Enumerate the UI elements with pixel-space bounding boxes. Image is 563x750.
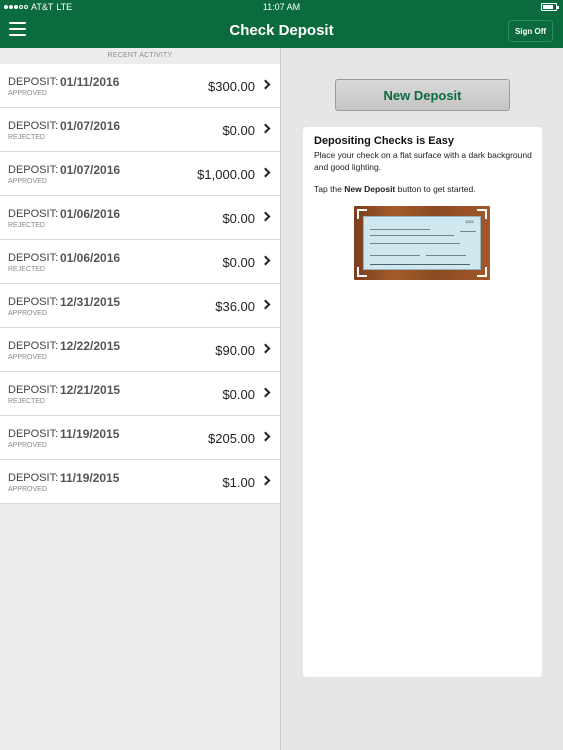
deposit-date: 12/31/2015 [60,295,121,309]
chevron-right-icon [260,255,271,266]
sample-check-image: 1001 [354,206,490,280]
chevron-right-icon [260,343,271,354]
deposit-type: DEPOSIT: [8,164,59,176]
deposit-date: 12/22/2015 [60,339,121,353]
deposit-amount: $0.00 [222,387,255,402]
chevron-right-icon [260,211,271,222]
deposit-status: REJECTED [8,398,45,405]
deposit-row[interactable]: DEPOSIT: 12/31/2015 APPROVED $36.00 [0,284,280,328]
sample-check: 1001 [363,216,481,270]
deposit-status: APPROVED [8,178,47,185]
info-tap-suffix: button to get started. [395,184,476,194]
deposit-row[interactable]: DEPOSIT: 01/11/2016 APPROVED $300.00 [0,64,280,108]
deposit-amount: $205.00 [208,431,255,446]
deposit-amount: $0.00 [222,211,255,226]
deposit-type: DEPOSIT: [8,384,59,396]
deposit-status: REJECTED [8,134,45,141]
deposit-row[interactable]: DEPOSIT: 01/06/2016 REJECTED $0.00 [0,240,280,284]
info-tap-button: New Deposit [344,184,396,194]
chevron-right-icon [260,299,271,310]
new-deposit-button[interactable]: New Deposit [335,79,510,111]
info-instructions: Tap the New Deposit button to get starte… [314,184,476,194]
deposit-status: APPROVED [8,486,47,493]
status-bar: AT&T LTE 11:07 AM [0,0,563,15]
chevron-right-icon [260,431,271,442]
deposit-row[interactable]: DEPOSIT: 01/06/2016 REJECTED $0.00 [0,196,280,240]
deposit-status: APPROVED [8,442,47,449]
recent-activity-header: RECENT ACTIVITY [107,52,173,59]
deposit-row[interactable]: DEPOSIT: 01/07/2016 REJECTED $0.00 [0,108,280,152]
info-tap-prefix: Tap the [314,184,345,194]
chevron-right-icon [260,79,271,90]
deposit-status: APPROVED [8,310,47,317]
deposit-date: 01/11/2016 [60,75,120,89]
deposit-type: DEPOSIT: [8,428,59,440]
info-text: Place your check on a flat surface with … [314,150,532,172]
deposit-amount: $1,000.00 [197,167,255,182]
deposit-amount: $0.00 [222,123,255,138]
check-number: 1001 [465,219,474,224]
deposit-type: DEPOSIT: [8,76,59,88]
deposit-date: 12/21/2015 [60,383,121,397]
deposit-type: DEPOSIT: [8,252,59,264]
info-card: Depositing Checks is Easy Place your che… [303,127,542,677]
deposit-status: REJECTED [8,266,45,273]
deposit-date: 01/06/2016 [60,207,121,221]
deposit-amount: $1.00 [222,475,255,490]
deposit-row[interactable]: DEPOSIT: 11/19/2015 APPROVED $205.00 [0,416,280,460]
battery-icon [541,3,559,11]
deposit-type: DEPOSIT: [8,208,59,220]
deposit-list: DEPOSIT: 01/11/2016 APPROVED $300.00 DEP… [0,64,280,504]
deposit-amount: $0.00 [222,255,255,270]
sign-off-button[interactable]: Sign Off [508,20,553,42]
deposit-amount: $300.00 [208,79,255,94]
recent-activity-pane: RECENT ACTIVITY DEPOSIT: 01/11/2016 APPR… [0,48,281,750]
deposit-type: DEPOSIT: [8,340,59,352]
deposit-date: 01/06/2016 [60,251,121,265]
deposit-row[interactable]: DEPOSIT: 12/22/2015 APPROVED $90.00 [0,328,280,372]
deposit-amount: $36.00 [215,299,255,314]
chevron-right-icon [260,387,271,398]
chevron-right-icon [260,167,271,178]
deposit-row[interactable]: DEPOSIT: 12/21/2015 REJECTED $0.00 [0,372,280,416]
chevron-right-icon [260,475,271,486]
deposit-type: DEPOSIT: [8,296,59,308]
deposit-date: 11/19/2015 [60,471,120,485]
deposit-status: REJECTED [8,222,45,229]
deposit-date: 01/07/2016 [60,163,121,177]
deposit-date: 01/07/2016 [60,119,121,133]
chevron-right-icon [260,123,271,134]
status-time: 11:07 AM [262,2,301,12]
deposit-type: DEPOSIT: [8,472,59,484]
deposit-amount: $90.00 [215,343,255,358]
info-title: Depositing Checks is Easy [314,135,454,147]
deposit-status: APPROVED [8,90,47,97]
deposit-row[interactable]: DEPOSIT: 11/19/2015 APPROVED $1.00 [0,460,280,504]
deposit-date: 11/19/2015 [60,427,120,441]
app-header: AT&T LTE 11:07 AM Check Deposit Sign Off [0,0,563,48]
deposit-row[interactable]: DEPOSIT: 01/07/2016 APPROVED $1,000.00 [0,152,280,196]
deposit-type: DEPOSIT: [8,120,59,132]
page-title: Check Deposit [229,22,334,39]
deposit-status: APPROVED [8,354,47,361]
